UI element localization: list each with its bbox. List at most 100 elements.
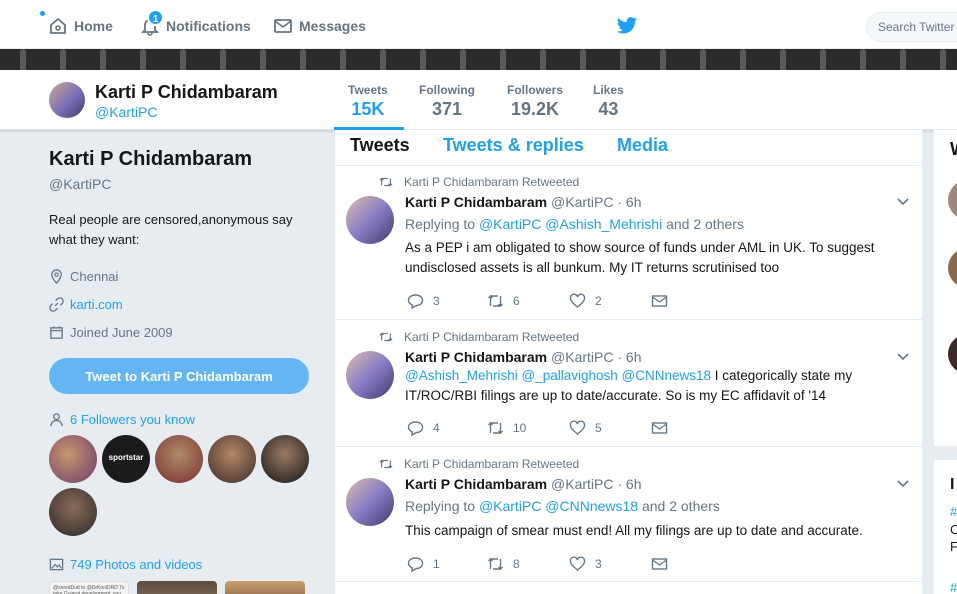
banner-decoration <box>500 49 506 70</box>
retweet-small-icon <box>379 177 393 187</box>
profile-bar-name[interactable]: Karti P Chidambaram <box>95 82 278 103</box>
reply-button[interactable]: 3 <box>407 293 487 309</box>
tweet-author-name[interactable]: Karti P Chidambaram <box>405 476 547 492</box>
media-thumbnail[interactable] <box>225 581 305 594</box>
suggestion-avatar[interactable] <box>948 248 957 288</box>
tweet-author-name[interactable]: Karti P Chidambaram <box>405 194 547 210</box>
profile-joined-text: Joined June 2009 <box>70 324 173 340</box>
replying-to-mentions[interactable]: @KartiPC @Ashish_Mehrishi <box>479 216 662 232</box>
retweet-button[interactable]: 6 <box>487 293 569 309</box>
profile-name[interactable]: Karti P Chidambaram <box>49 148 319 171</box>
nav-home[interactable]: Home <box>48 14 113 38</box>
profile-banner <box>0 49 957 70</box>
follower-avatar[interactable]: sportstar <box>102 435 150 483</box>
profile-bar-handle[interactable]: @KartiPC <box>95 104 157 120</box>
chevron-down-icon[interactable] <box>897 198 909 206</box>
tweet-author-avatar[interactable] <box>346 478 394 526</box>
envelope-icon <box>651 422 668 434</box>
banner-decoration <box>900 49 906 70</box>
stat-tweets[interactable]: Tweets 15K <box>348 83 388 120</box>
direct-message-button[interactable] <box>651 420 677 436</box>
like-button[interactable]: 5 <box>569 420 651 436</box>
followers-you-know[interactable]: 6 Followers you know <box>49 412 319 427</box>
follower-avatar[interactable] <box>49 488 97 536</box>
envelope-icon <box>274 19 292 33</box>
trends-heading: I <box>950 476 955 493</box>
tab-tweets-replies[interactable]: Tweets & replies <box>443 135 584 156</box>
like-button[interactable]: 3 <box>569 556 651 572</box>
person-icon <box>50 413 63 427</box>
retweet-context-label: Karti P Chidambaram Retweeted <box>404 457 580 471</box>
heart-icon <box>569 556 586 571</box>
reply-button[interactable]: 1 <box>407 556 487 572</box>
tweet-mentions[interactable]: @Ashish_Mehrishi @_pallavighosh @CNNnews… <box>405 368 711 383</box>
nav-messages[interactable]: Messages <box>273 14 366 38</box>
retweet-count: 8 <box>513 557 520 571</box>
tweet-item[interactable]: Karti P Chidambaram Retweeted Karti P Ch… <box>335 448 922 582</box>
media-thumbnail[interactable] <box>137 581 217 594</box>
retweet-icon <box>488 558 503 570</box>
stat-following[interactable]: Following 371 <box>419 83 475 120</box>
retweet-count: 6 <box>513 294 520 308</box>
trend-link[interactable]: # <box>950 580 957 594</box>
tweet-to-button[interactable]: Tweet to Karti P Chidambaram <box>49 358 309 394</box>
profile-avatar-small[interactable] <box>49 82 85 118</box>
follower-avatar[interactable] <box>49 435 97 483</box>
tweet-author-avatar[interactable] <box>346 351 394 399</box>
replying-to-prefix: Replying to <box>405 498 476 514</box>
follower-avatar[interactable] <box>208 435 256 483</box>
active-indicator <box>40 11 45 16</box>
retweet-button[interactable]: 10 <box>487 420 569 436</box>
suggestion-avatar[interactable] <box>948 180 957 220</box>
tweet-author-name[interactable]: Karti P Chidambaram <box>405 349 547 365</box>
photos-videos-link[interactable]: 749 Photos and videos <box>49 557 319 572</box>
tweet-item[interactable]: Karti P Chidambaram Retweeted Karti P Ch… <box>335 166 922 320</box>
reply-button[interactable]: 4 <box>407 420 487 436</box>
profile-handle[interactable]: @KartiPC <box>49 176 319 192</box>
banner-decoration <box>820 49 826 70</box>
follower-avatar-label: sportstar <box>108 453 144 462</box>
banner-decoration <box>460 49 466 70</box>
who-to-follow-heading: W <box>950 139 957 160</box>
chevron-down-icon[interactable] <box>897 353 909 361</box>
retweet-context: Karti P Chidambaram Retweeted <box>379 330 579 344</box>
stat-likes[interactable]: Likes 43 <box>593 83 624 120</box>
tweet-header: Karti P Chidambaram @KartiPC · 6h <box>405 194 641 210</box>
replying-to-mentions[interactable]: @KartiPC @CNNnews18 <box>479 498 638 514</box>
search-input[interactable]: Search Twitter <box>866 12 957 42</box>
like-button[interactable]: 2 <box>569 293 651 309</box>
tweet-handle-time[interactable]: @KartiPC · 6h <box>551 349 641 365</box>
follower-avatar[interactable] <box>261 435 309 483</box>
direct-message-button[interactable] <box>651 293 677 309</box>
banner-decoration <box>340 49 346 70</box>
tweet-handle-time[interactable]: @KartiPC · 6h <box>551 476 641 492</box>
banner-decoration <box>140 49 146 70</box>
tweet-item[interactable]: Karti P Chidambaram Retweeted Karti P Ch… <box>335 321 922 447</box>
follower-avatar[interactable] <box>155 435 203 483</box>
envelope-icon <box>651 558 668 570</box>
tweet-handle-time[interactable]: @KartiPC · 6h <box>551 194 641 210</box>
twitter-bird-icon[interactable] <box>616 16 638 36</box>
retweet-icon <box>488 422 503 434</box>
direct-message-button[interactable] <box>651 556 677 572</box>
tweet-author-avatar[interactable] <box>346 196 394 244</box>
tab-tweets[interactable]: Tweets <box>350 135 410 156</box>
tweet-actions: 1 8 3 <box>407 556 677 572</box>
media-thumbnails: @sreedDutt to @DrKoolDRD To take Gujarat… <box>49 581 319 594</box>
profile-website-link[interactable]: karti.com <box>70 297 123 312</box>
stat-followers[interactable]: Followers 19.2K <box>507 83 563 120</box>
media-thumbnail[interactable]: @sreedDutt to @DrKoolDRD To take Gujarat… <box>49 581 129 594</box>
retweet-button[interactable]: 8 <box>487 556 569 572</box>
replying-to-suffix[interactable]: and 2 others <box>666 216 744 232</box>
chevron-down-icon[interactable] <box>897 480 909 488</box>
suggestion-avatar[interactable] <box>948 334 957 374</box>
reply-count: 1 <box>433 557 440 571</box>
location-pin-icon <box>51 268 62 284</box>
envelope-icon <box>651 295 668 307</box>
replying-to-suffix[interactable]: and 2 others <box>642 498 720 514</box>
stat-tweets-value: 15K <box>351 99 385 119</box>
tweet-header: Karti P Chidambaram @KartiPC · 6h <box>405 349 641 365</box>
retweet-small-icon <box>379 459 393 469</box>
tab-media[interactable]: Media <box>617 135 668 156</box>
trend-link[interactable]: # <box>950 504 957 519</box>
